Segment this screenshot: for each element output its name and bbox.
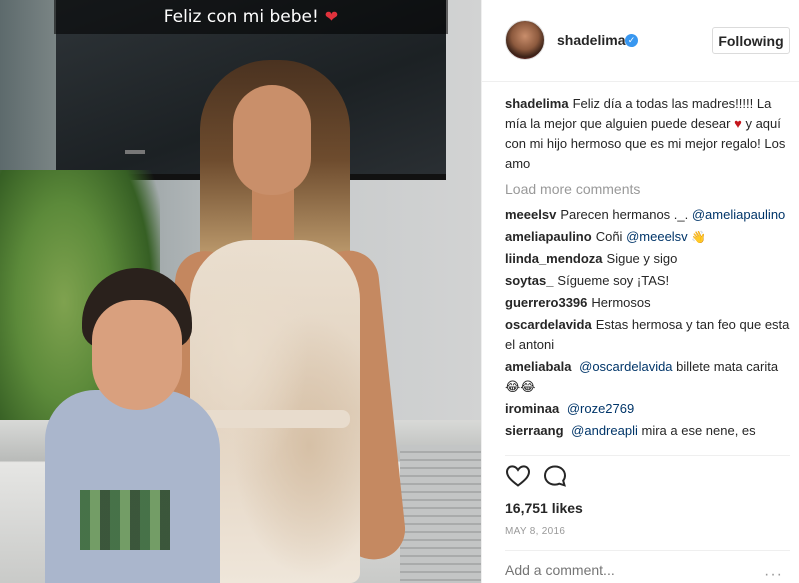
- actions-divider: [505, 455, 790, 456]
- comment-username[interactable]: ameliapaulino: [505, 229, 592, 244]
- photo-caption-bar: Feliz con mi bebe! ❤: [54, 0, 448, 34]
- photo-tv-logo: [125, 150, 145, 154]
- comment-username[interactable]: meeelsv: [505, 207, 556, 222]
- caption-username[interactable]: shadelima: [505, 96, 569, 111]
- comment-mention-link[interactable]: @oscardelavida: [579, 359, 672, 374]
- verified-badge-icon: ✓: [625, 34, 638, 47]
- comment-text: mira a ese nene, es: [641, 423, 756, 438]
- comment-username[interactable]: liinda_mendoza: [505, 251, 603, 266]
- comment-mention-link[interactable]: @ameliapaulino: [692, 207, 785, 222]
- comment-text: Coñi: [595, 229, 623, 244]
- comment-row: oscardelavida Estas hermosa y tan feo que…: [505, 315, 790, 355]
- comment-row: ameliabala @oscardelavida billete mata c…: [505, 357, 790, 397]
- comment-row: ameliapaulino Coñi @meeelsv 👋: [505, 227, 790, 247]
- following-button[interactable]: Following: [712, 27, 790, 54]
- comment-text: Sígueme soy ¡TAS!: [557, 273, 670, 288]
- comment-row: irominaa @roze2769: [505, 399, 790, 419]
- comment-username[interactable]: soytas_: [505, 273, 553, 288]
- photo-boy-shirt: [45, 390, 220, 583]
- like-heart-icon[interactable]: [505, 464, 531, 488]
- comment-row: meeelsv Parecen hermanos ._. @ameliapauli…: [505, 205, 790, 225]
- add-comment-input[interactable]: [505, 562, 755, 578]
- instagram-post: Feliz con mi bebe! ❤ shadelima ✓ Followi…: [0, 0, 799, 583]
- comment-username[interactable]: sierraang: [505, 423, 564, 438]
- comments-list[interactable]: shadelima Feliz día a todas las madres!!!…: [505, 94, 790, 452]
- comment-row: guerrero3396 Hermosos: [505, 293, 790, 313]
- comment-username[interactable]: irominaa: [505, 401, 559, 416]
- load-more-comments-link[interactable]: Load more comments: [505, 179, 790, 199]
- comment-text: Sigue y sigo: [606, 251, 678, 266]
- comment-mention-link[interactable]: @andreapli: [571, 423, 638, 438]
- post-sidebar: shadelima ✓ Following shadelima Feliz día…: [481, 0, 799, 583]
- comment-bubble-icon[interactable]: [542, 464, 568, 488]
- comment-row: soytas_ Sígueme soy ¡TAS!: [505, 271, 790, 291]
- more-options-icon[interactable]: ···: [764, 566, 783, 583]
- comment-text: Parecen hermanos ._.: [560, 207, 689, 222]
- photo-boy-shirt-print: [80, 490, 170, 550]
- comment-mention-link[interactable]: @meeelsv: [626, 229, 688, 244]
- comment-username[interactable]: ameliabala: [505, 359, 572, 374]
- comment-username[interactable]: guerrero3396: [505, 295, 587, 310]
- heart-emoji-icon: ❤: [324, 9, 339, 26]
- avatar[interactable]: [505, 20, 545, 60]
- post-date: MAY 8, 2016: [505, 526, 566, 537]
- add-comment-divider: [505, 550, 790, 551]
- wave-emoji-icon: 👋: [691, 230, 707, 244]
- comment-row: sierraang @andreapli mira a ese nene, es: [505, 421, 790, 441]
- photo-cabinet: [400, 445, 481, 583]
- heart-icon: ♥: [734, 116, 742, 131]
- comment-mention-link[interactable]: @roze2769: [567, 401, 634, 416]
- photo-woman-face: [233, 85, 311, 195]
- photo-dress-belt: [200, 410, 350, 428]
- comment-row: liinda_mendoza Sigue y sigo: [505, 249, 790, 269]
- post-header: shadelima ✓ Following: [482, 0, 799, 82]
- comment-username[interactable]: oscardelavida: [505, 317, 592, 332]
- post-caption: shadelima Feliz día a todas las madres!!!…: [505, 94, 790, 174]
- post-photo[interactable]: Feliz con mi bebe! ❤: [0, 0, 481, 583]
- comment-text: Hermosos: [591, 295, 651, 310]
- photo-caption-text: Feliz con mi bebe!: [163, 7, 319, 27]
- header-username[interactable]: shadelima: [557, 32, 625, 48]
- likes-count[interactable]: 16,751 likes: [505, 500, 583, 516]
- photo-boy-face: [92, 300, 182, 410]
